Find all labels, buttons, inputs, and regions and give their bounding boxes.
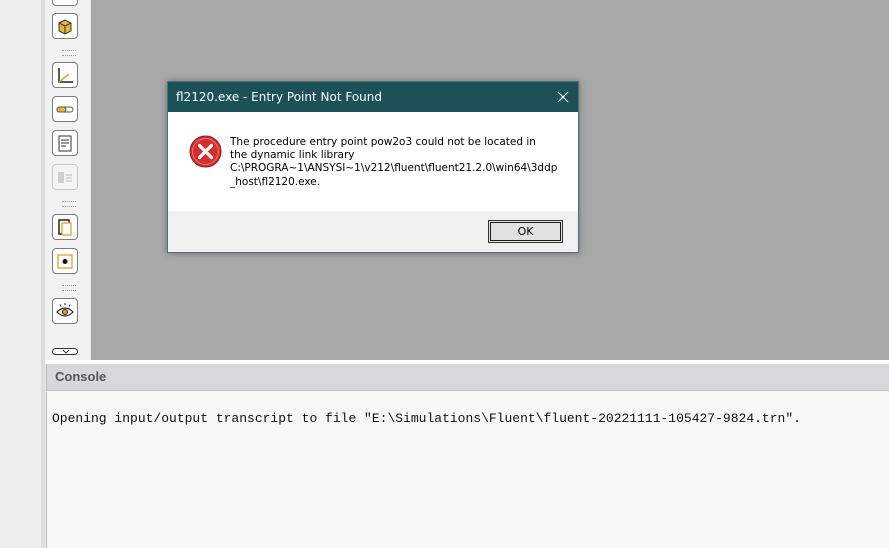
message-line: The procedure entry point pow2o3 could n…	[230, 136, 536, 148]
snapshot-icon	[57, 254, 73, 269]
toolbar-scroll-down[interactable]	[52, 348, 78, 355]
copy-page-icon	[58, 219, 72, 236]
snapshot-button[interactable]	[52, 248, 78, 274]
error-icon	[189, 135, 222, 168]
notes-icon	[58, 135, 72, 152]
scroll-down-icon	[62, 349, 70, 354]
toolbar-grip	[62, 285, 76, 291]
partial-tool-button[interactable]	[52, 0, 78, 6]
disabled-list-button[interactable]	[52, 164, 78, 190]
left-panel-strip	[0, 0, 45, 548]
eye-icon	[56, 303, 74, 317]
view-cube-button[interactable]	[52, 13, 78, 39]
console-panel: Console Opening input/output transcript …	[46, 364, 889, 548]
eye-button[interactable]	[52, 298, 78, 324]
message-line: C:\PROGRA~1\ANSYSI~1\v212\fluent\fluent2…	[230, 162, 558, 175]
slider-button[interactable]	[52, 96, 78, 122]
close-icon	[557, 91, 569, 103]
view-cube-icon	[58, 19, 72, 35]
dialog-titlebar[interactable]: fl2120.exe - Entry Point Not Found	[168, 82, 578, 112]
dialog-message: The procedure entry point pow2o3 could n…	[230, 136, 560, 189]
dialog-close-button[interactable]	[548, 82, 578, 112]
copy-page-button[interactable]	[52, 214, 78, 240]
toolbar-grip	[62, 50, 76, 56]
slider-icon	[56, 106, 74, 113]
graphics-toolbar	[45, 0, 90, 360]
dialog-footer: OK	[168, 211, 578, 252]
console-line[interactable]: Opening input/output transcript to file …	[52, 411, 801, 426]
message-line: the dynamic link library	[230, 149, 355, 162]
toolbar-grip	[62, 201, 76, 207]
message-line: _host\fl2120.exe.	[230, 175, 321, 188]
dialog-title: fl2120.exe - Entry Point Not Found	[176, 90, 382, 104]
disabled-list-icon	[58, 172, 72, 183]
console-title: Console	[47, 364, 889, 391]
error-dialog: fl2120.exe - Entry Point Not Found The p…	[167, 81, 579, 253]
axes-button[interactable]	[52, 62, 78, 88]
axes-icon	[58, 68, 73, 83]
notes-button[interactable]	[52, 130, 78, 156]
ok-button[interactable]: OK	[488, 220, 563, 243]
